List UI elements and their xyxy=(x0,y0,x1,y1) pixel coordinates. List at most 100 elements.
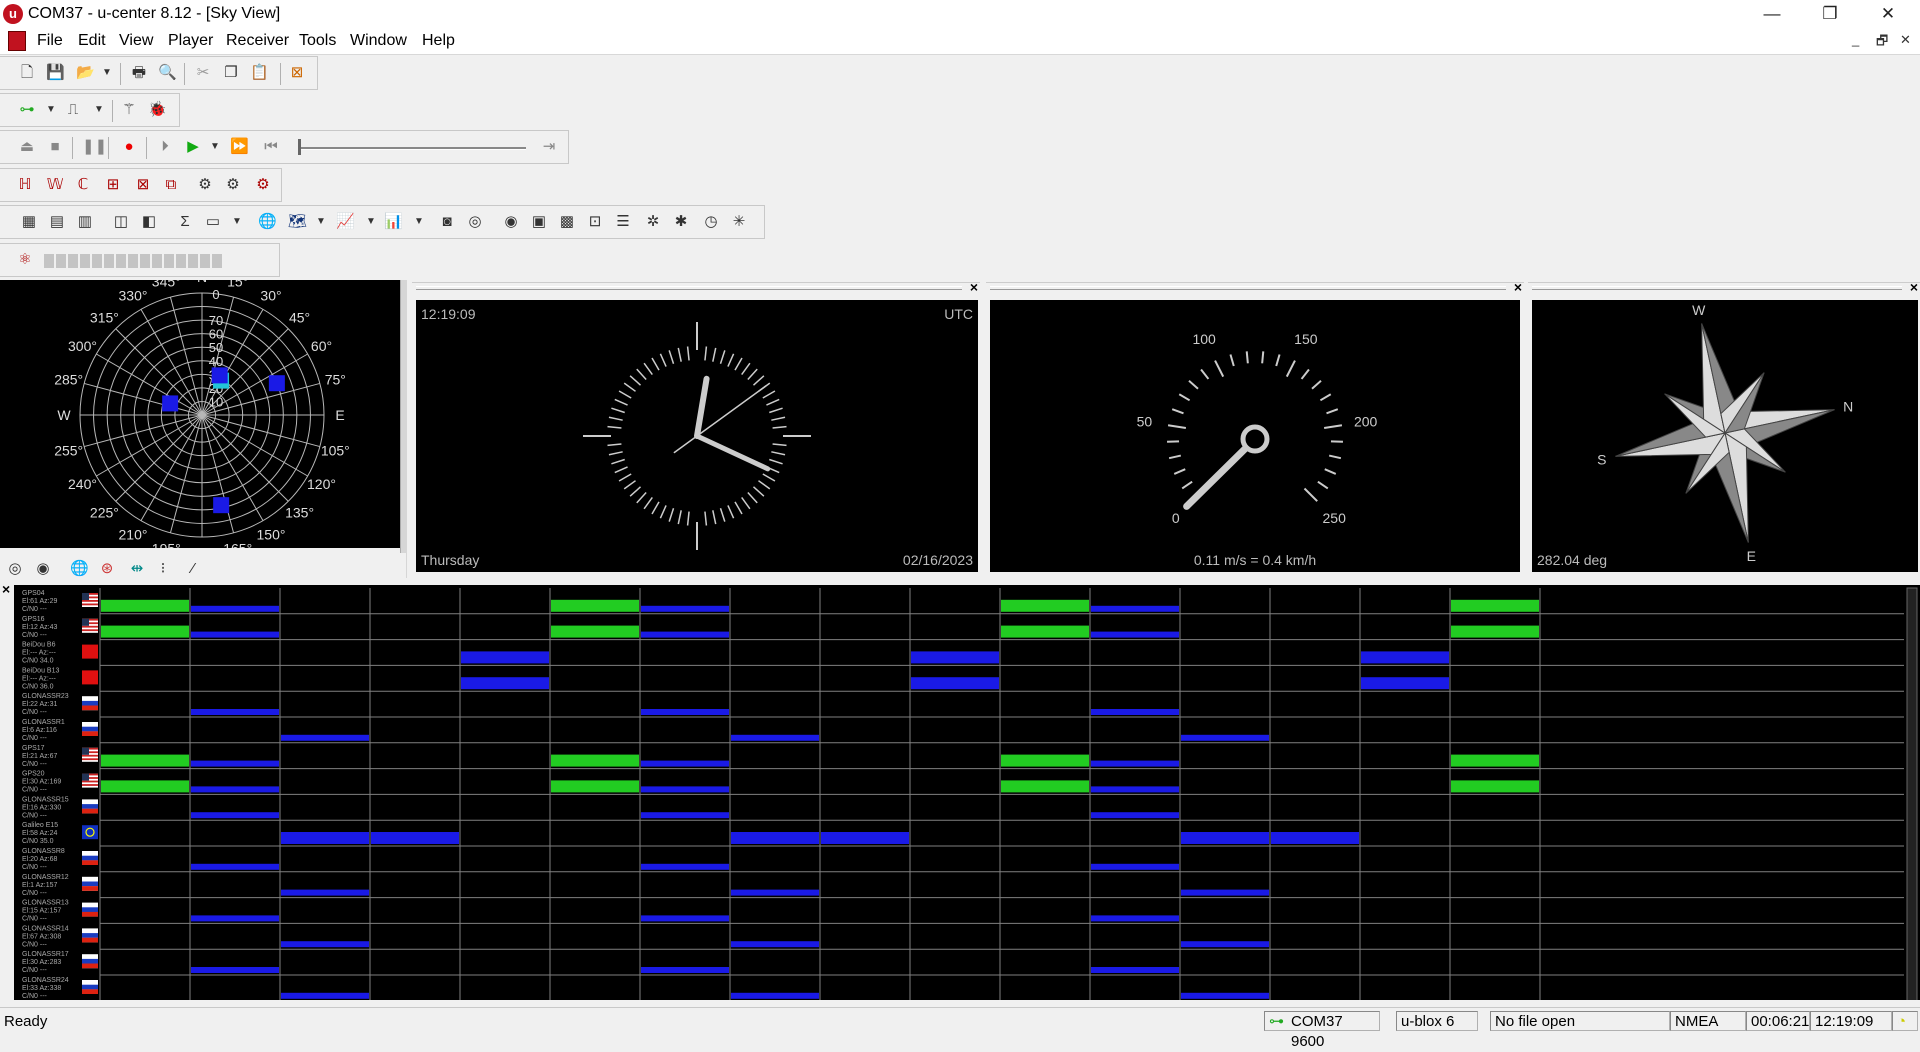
record-icon[interactable]: ● xyxy=(120,138,138,156)
fast-forward-icon[interactable]: ⏩ xyxy=(230,138,248,156)
speed-close-icon[interactable]: × xyxy=(1514,279,1522,295)
eject-icon[interactable]: ⏏ xyxy=(18,138,36,156)
copy-icon[interactable]: ❐ xyxy=(222,64,240,82)
view-table-icon[interactable]: ▭ xyxy=(204,213,222,231)
play-icon[interactable]: ▶ xyxy=(184,138,202,156)
compass-close-icon[interactable]: × xyxy=(1910,279,1918,295)
gnss-receiver-icon[interactable]: ⚛ xyxy=(16,251,34,269)
menu-receiver[interactable]: Receiver xyxy=(226,32,289,50)
maximize-button[interactable]: ❐ xyxy=(1802,0,1858,28)
histogram-dropdown-icon[interactable]: ▼ xyxy=(410,213,428,231)
view-deviation-icon[interactable]: ◎ xyxy=(466,213,484,231)
message-add-icon[interactable]: ⊞ xyxy=(104,176,122,194)
skip-to-end-icon[interactable]: ⇥ xyxy=(540,138,558,156)
view-histogram-icon[interactable]: 📊 xyxy=(384,213,402,231)
minimize-button[interactable]: — xyxy=(1744,0,1800,28)
message-h-icon[interactable]: ℍ xyxy=(16,176,34,194)
step-forward-icon[interactable]: ⏵ xyxy=(156,138,174,156)
autobauding-wand-icon[interactable]: ⚚ xyxy=(120,101,138,119)
skip-to-start-icon[interactable]: ⏮ xyxy=(262,138,280,156)
menu-file[interactable]: File xyxy=(37,32,63,50)
view-binary-icon[interactable]: ▤ xyxy=(48,213,66,231)
open-dropdown-icon[interactable]: ▼ xyxy=(98,64,116,82)
signal-bar xyxy=(1091,761,1179,767)
signal-bar xyxy=(191,864,279,870)
map-dropdown-icon[interactable]: ▼ xyxy=(312,213,330,231)
message-poll-icon[interactable]: ⧉ xyxy=(162,176,180,194)
status-port-label: COM37 9600 xyxy=(1291,1013,1343,1050)
view-text-icon[interactable]: ▥ xyxy=(76,213,94,231)
play-dropdown-icon[interactable]: ▼ xyxy=(206,138,224,156)
view-chart-icon[interactable]: 📈 xyxy=(336,213,354,231)
view-bars-icon[interactable]: ▩ xyxy=(558,213,576,231)
clock-close-icon[interactable]: × xyxy=(970,279,978,295)
config-gear3-icon[interactable]: ⚙ xyxy=(254,176,272,194)
view-statistic-icon[interactable]: Σ xyxy=(176,213,194,231)
azimuth-label: 30° xyxy=(260,287,281,303)
view-config-icon[interactable]: ◧ xyxy=(140,213,158,231)
sky-labels-icon[interactable]: ⁝ xyxy=(154,560,172,578)
cut-icon[interactable]: ✂ xyxy=(194,64,212,82)
connection-dropdown-icon[interactable]: ▼ xyxy=(42,101,60,119)
view-messages-icon[interactable]: ◫ xyxy=(112,213,130,231)
close-window-button[interactable]: ✕ xyxy=(1860,0,1916,28)
baudrate-dropdown-icon[interactable]: ▼ xyxy=(90,101,108,119)
document-icon[interactable] xyxy=(8,31,26,51)
status-file: No file open xyxy=(1490,1011,1670,1031)
view-list-icon[interactable]: ☰ xyxy=(614,213,632,231)
elevation-label: 60 xyxy=(209,327,223,342)
sky-fit-icon[interactable]: ⇹ xyxy=(128,560,146,578)
view-packet-icon[interactable]: ▦ xyxy=(20,213,38,231)
view-satellite-icon[interactable]: ✱ xyxy=(672,213,690,231)
print-icon[interactable]: 🖶 xyxy=(130,64,148,82)
view-data-icon[interactable]: ▣ xyxy=(530,213,548,231)
view-signal-icon[interactable]: ◉ xyxy=(502,213,520,231)
mdi-close-button[interactable]: ✕ xyxy=(1900,32,1911,48)
menu-edit[interactable]: Edit xyxy=(78,32,106,50)
view-map-icon[interactable]: 🗺 xyxy=(288,213,306,231)
config-gear2-icon[interactable]: ⚙ xyxy=(224,176,242,194)
sky-compass-icon[interactable]: ⊛ xyxy=(98,560,116,578)
debug-bug-icon[interactable]: 🐞 xyxy=(148,101,166,119)
sky-settings-icon[interactable]: ⁄ xyxy=(184,560,202,578)
table-dropdown-icon[interactable]: ▼ xyxy=(228,213,246,231)
print-preview-icon[interactable]: 🔍 xyxy=(158,64,176,82)
menu-player[interactable]: Player xyxy=(168,32,213,50)
sky-grid-icon[interactable]: ◉ xyxy=(34,560,52,578)
connection-icon[interactable]: ⊶ xyxy=(18,101,36,119)
pause-icon[interactable]: ❚❚ xyxy=(82,138,100,156)
menu-tools[interactable]: Tools xyxy=(299,32,336,50)
chart-dropdown-icon[interactable]: ▼ xyxy=(362,213,380,231)
view-sky-icon[interactable]: ◙ xyxy=(438,213,456,231)
save-icon[interactable]: 💾 xyxy=(46,64,64,82)
baudrate-icon[interactable]: ⎍ xyxy=(64,101,82,119)
status-port[interactable]: ⊶ COM37 9600 xyxy=(1264,1011,1380,1031)
view-camera-icon[interactable]: ⊡ xyxy=(586,213,604,231)
sky-globe-icon[interactable]: 🌐 xyxy=(70,560,88,578)
splitter[interactable] xyxy=(400,280,407,580)
playback-slider-thumb[interactable] xyxy=(298,139,301,155)
open-folder-icon[interactable]: 📂 xyxy=(76,64,94,82)
message-w-icon[interactable]: 𝕎 xyxy=(46,176,64,194)
sky-zoom-icon[interactable]: ◎ xyxy=(6,560,24,578)
menu-window[interactable]: Window xyxy=(350,32,407,50)
view-globe-icon[interactable]: 🌐 xyxy=(258,213,276,231)
view-clock-icon[interactable]: ◷ xyxy=(702,213,720,231)
config-gear-icon[interactable]: ⚙ xyxy=(196,176,214,194)
history-close-icon[interactable]: × xyxy=(2,581,10,597)
message-c-icon[interactable]: ℂ xyxy=(74,176,92,194)
signal-bar xyxy=(101,600,189,612)
flag-stripe xyxy=(82,989,98,994)
menu-view[interactable]: View xyxy=(119,32,153,50)
view-compass-icon[interactable]: ✲ xyxy=(644,213,662,231)
paste-icon[interactable]: 📋 xyxy=(250,64,268,82)
menu-help[interactable]: Help xyxy=(422,32,455,50)
clear-icon[interactable]: ⊠ xyxy=(288,64,306,82)
message-multi-icon[interactable]: ⊠ xyxy=(134,176,152,194)
playback-slider[interactable] xyxy=(298,147,526,150)
stop-icon[interactable]: ■ xyxy=(46,138,64,156)
mdi-restore-button[interactable]: 🗗 xyxy=(1876,32,1888,54)
view-speed-icon[interactable]: ✳ xyxy=(730,213,748,231)
new-file-icon[interactable]: 🗋 xyxy=(18,64,36,82)
mdi-minimize-button[interactable]: _ xyxy=(1852,32,1859,47)
